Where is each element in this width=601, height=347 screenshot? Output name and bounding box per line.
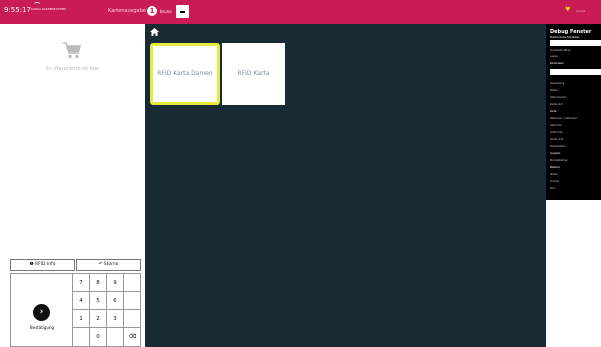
backspace-icon: ⌫ (128, 334, 137, 340)
debug-item[interactable]: Abbuchen / Aufbuchen (550, 117, 600, 120)
debug-item[interactable]: Saldo löschen (550, 96, 600, 99)
key-blank-4[interactable] (73, 328, 90, 346)
top-bar: 9:55:17 KASSA KASSENSYSTEM Kartenausgabe… (0, 0, 601, 24)
confirm-label: Bestätigung (29, 325, 55, 330)
key-5[interactable]: 5 (90, 292, 107, 310)
cart-empty-message: Ihr Warenkorb ist leer (45, 66, 100, 72)
minus-icon (180, 11, 185, 13)
debug-item[interactable]: Karten-Init (550, 103, 600, 106)
debug-item[interactable]: Kartenstatus (550, 145, 600, 148)
user-name: bruno (160, 9, 172, 14)
confirm-button[interactable]: › Bestätigung (11, 274, 73, 346)
storno-label: Storno (103, 262, 119, 267)
key-0[interactable]: 0 (90, 328, 107, 346)
tile-rfid-karta[interactable]: RFID Karta (222, 43, 285, 105)
debug-heading: Bestand (550, 166, 560, 169)
key-1[interactable]: 1 (73, 310, 90, 328)
numeric-keypad: › Bestätigung 7 8 9 4 5 6 1 2 3 0 ⌫ (10, 273, 141, 347)
brand-logo-mark (34, 2, 40, 6)
debug-heading: Elektronische Schublade (550, 36, 580, 39)
key-7[interactable]: 7 (73, 274, 90, 292)
backspace-key[interactable]: ⌫ (124, 328, 141, 346)
chevron-right-icon: › (33, 304, 50, 321)
shopping-cart-icon (63, 42, 82, 59)
debug-item[interactable]: Status (550, 173, 600, 176)
key-3[interactable]: 3 (107, 310, 124, 328)
key-2[interactable]: 2 (90, 310, 107, 328)
undo-icon: ↶ (98, 262, 103, 267)
customer-label: kunde (576, 9, 586, 13)
debug-item[interactable]: Leeren (550, 55, 600, 58)
action-row: ❶ RFID Info ↶ Storno (10, 259, 141, 271)
key-blank-3[interactable] (124, 310, 141, 328)
debug-item[interactable]: Auswertung (550, 82, 600, 85)
debug-item[interactable]: Aufbuchen (550, 131, 600, 134)
cart-panel: Ihr Warenkorb ist leer ❶ RFID Info ↶ Sto… (0, 24, 145, 347)
debug-item[interactable]: Drucker (550, 180, 600, 183)
debug-item[interactable]: Weiter (550, 89, 600, 92)
debug-item[interactable]: Karten-Info (550, 138, 600, 141)
debug-window: Debug Fenster Elektronische Schublade Sc… (546, 24, 601, 200)
main-area: RFID Karta Damen RFID Karta (145, 24, 546, 347)
debug-heading: Ausgabe (550, 152, 561, 155)
user-badge[interactable]: 1 (147, 6, 157, 16)
key-9[interactable]: 9 (107, 274, 124, 292)
key-blank-1[interactable] (124, 274, 141, 292)
key-6[interactable]: 6 (107, 292, 124, 310)
key-blank-5[interactable] (107, 328, 124, 346)
debug-item[interactable]: Schublade öffnen (550, 49, 600, 52)
info-icon: ❶ (29, 262, 34, 267)
heart-icon[interactable]: ♥ (565, 6, 570, 13)
brand-logo: KASSA KASSENSYSTEM (31, 7, 66, 11)
screen-title: Kartenausgabe (108, 8, 146, 14)
debug-heading: Kartenleser (550, 62, 564, 65)
rfid-info-button[interactable]: ❶ RFID Info (10, 259, 75, 271)
debug-item[interactable]: Abbuchen (550, 124, 600, 127)
home-icon[interactable] (150, 28, 159, 36)
debug-title: Debug Fenster (550, 29, 592, 35)
clock: 9:55:17 (4, 6, 31, 14)
key-blank-2[interactable] (124, 292, 141, 310)
minus-button[interactable] (176, 5, 189, 18)
debug-item[interactable]: Test (550, 187, 600, 190)
debug-item[interactable]: Mindestbetrag (550, 159, 600, 162)
debug-input-2[interactable] (550, 69, 601, 75)
debug-input-1[interactable] (550, 40, 601, 46)
tile-rfid-karta-damen[interactable]: RFID Karta Damen (150, 43, 220, 105)
key-8[interactable]: 8 (90, 274, 107, 292)
key-4[interactable]: 4 (73, 292, 90, 310)
storno-button[interactable]: ↶ Storno (76, 259, 141, 271)
debug-heading: Karte (550, 110, 557, 113)
rfid-info-label: RFID Info (35, 262, 56, 267)
